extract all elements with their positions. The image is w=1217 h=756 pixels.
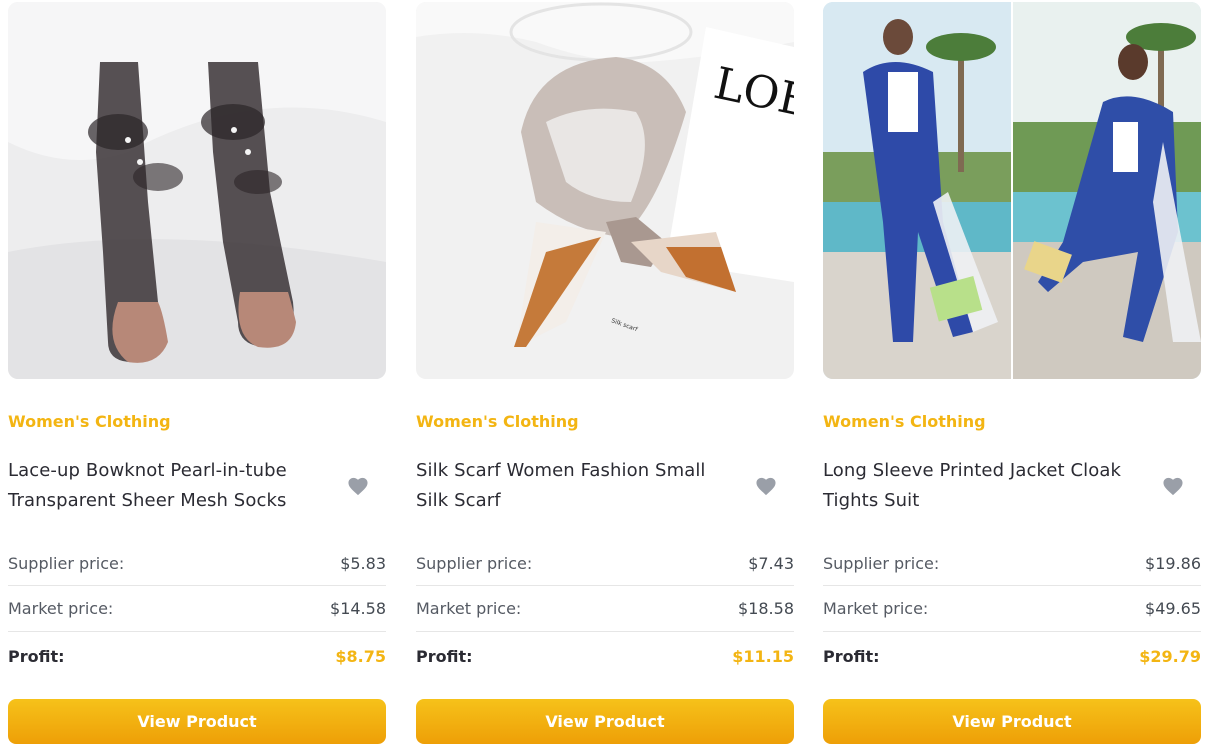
- profit-label: Profit:: [823, 646, 880, 666]
- supplier-price-label: Supplier price:: [8, 553, 125, 573]
- profit-label: Profit:: [8, 646, 65, 666]
- market-price-value: $49.65: [1145, 599, 1201, 618]
- view-product-button[interactable]: View Product: [8, 699, 386, 744]
- product-title[interactable]: Long Sleeve Printed Jacket Cloak Tights …: [823, 456, 1162, 516]
- product-card: Women's Clothing Long Sleeve Printed Jac…: [823, 2, 1201, 744]
- profit-row: Profit: $29.79: [823, 632, 1201, 680]
- profit-value: $8.75: [335, 646, 386, 666]
- product-category[interactable]: Women's Clothing: [823, 412, 1201, 432]
- profit-row: Profit: $8.75: [8, 632, 386, 680]
- product-card: LOE Silk scarf Women's Clothing Silk Sca…: [416, 2, 794, 744]
- product-card: Women's Clothing Lace-up Bowknot Pearl-i…: [8, 2, 386, 744]
- product-image[interactable]: LOE Silk scarf: [416, 2, 794, 379]
- view-product-button[interactable]: View Product: [823, 699, 1201, 744]
- supplier-price-row: Supplier price: $5.83: [8, 541, 386, 586]
- heart-icon[interactable]: [1162, 476, 1184, 496]
- supplier-price-value: $19.86: [1145, 553, 1201, 573]
- supplier-price-row: Supplier price: $19.86: [823, 541, 1201, 586]
- profit-value: $11.15: [732, 646, 794, 666]
- market-price-label: Market price:: [416, 599, 522, 618]
- market-price-row: Market price: $14.58: [8, 586, 386, 632]
- product-title[interactable]: Silk Scarf Women Fashion Small Silk Scar…: [416, 456, 755, 516]
- profit-label: Profit:: [416, 646, 473, 666]
- product-title[interactable]: Lace-up Bowknot Pearl-in-tube Transparen…: [8, 456, 347, 516]
- market-price-row: Market price: $49.65: [823, 586, 1201, 632]
- heart-icon[interactable]: [347, 476, 369, 496]
- product-image[interactable]: [823, 2, 1201, 379]
- market-price-label: Market price:: [8, 599, 114, 618]
- supplier-price-value: $7.43: [748, 553, 794, 573]
- profit-row: Profit: $11.15: [416, 632, 794, 680]
- product-category[interactable]: Women's Clothing: [8, 412, 386, 432]
- product-category[interactable]: Women's Clothing: [416, 412, 794, 432]
- heart-icon[interactable]: [755, 476, 777, 496]
- supplier-price-label: Supplier price:: [416, 553, 533, 573]
- product-image[interactable]: [8, 2, 386, 379]
- market-price-label: Market price:: [823, 599, 929, 618]
- market-price-value: $18.58: [738, 599, 794, 618]
- profit-value: $29.79: [1139, 646, 1201, 666]
- supplier-price-value: $5.83: [340, 553, 386, 573]
- supplier-price-row: Supplier price: $7.43: [416, 541, 794, 586]
- market-price-row: Market price: $18.58: [416, 586, 794, 632]
- market-price-value: $14.58: [330, 599, 386, 618]
- view-product-button[interactable]: View Product: [416, 699, 794, 744]
- supplier-price-label: Supplier price:: [823, 553, 940, 573]
